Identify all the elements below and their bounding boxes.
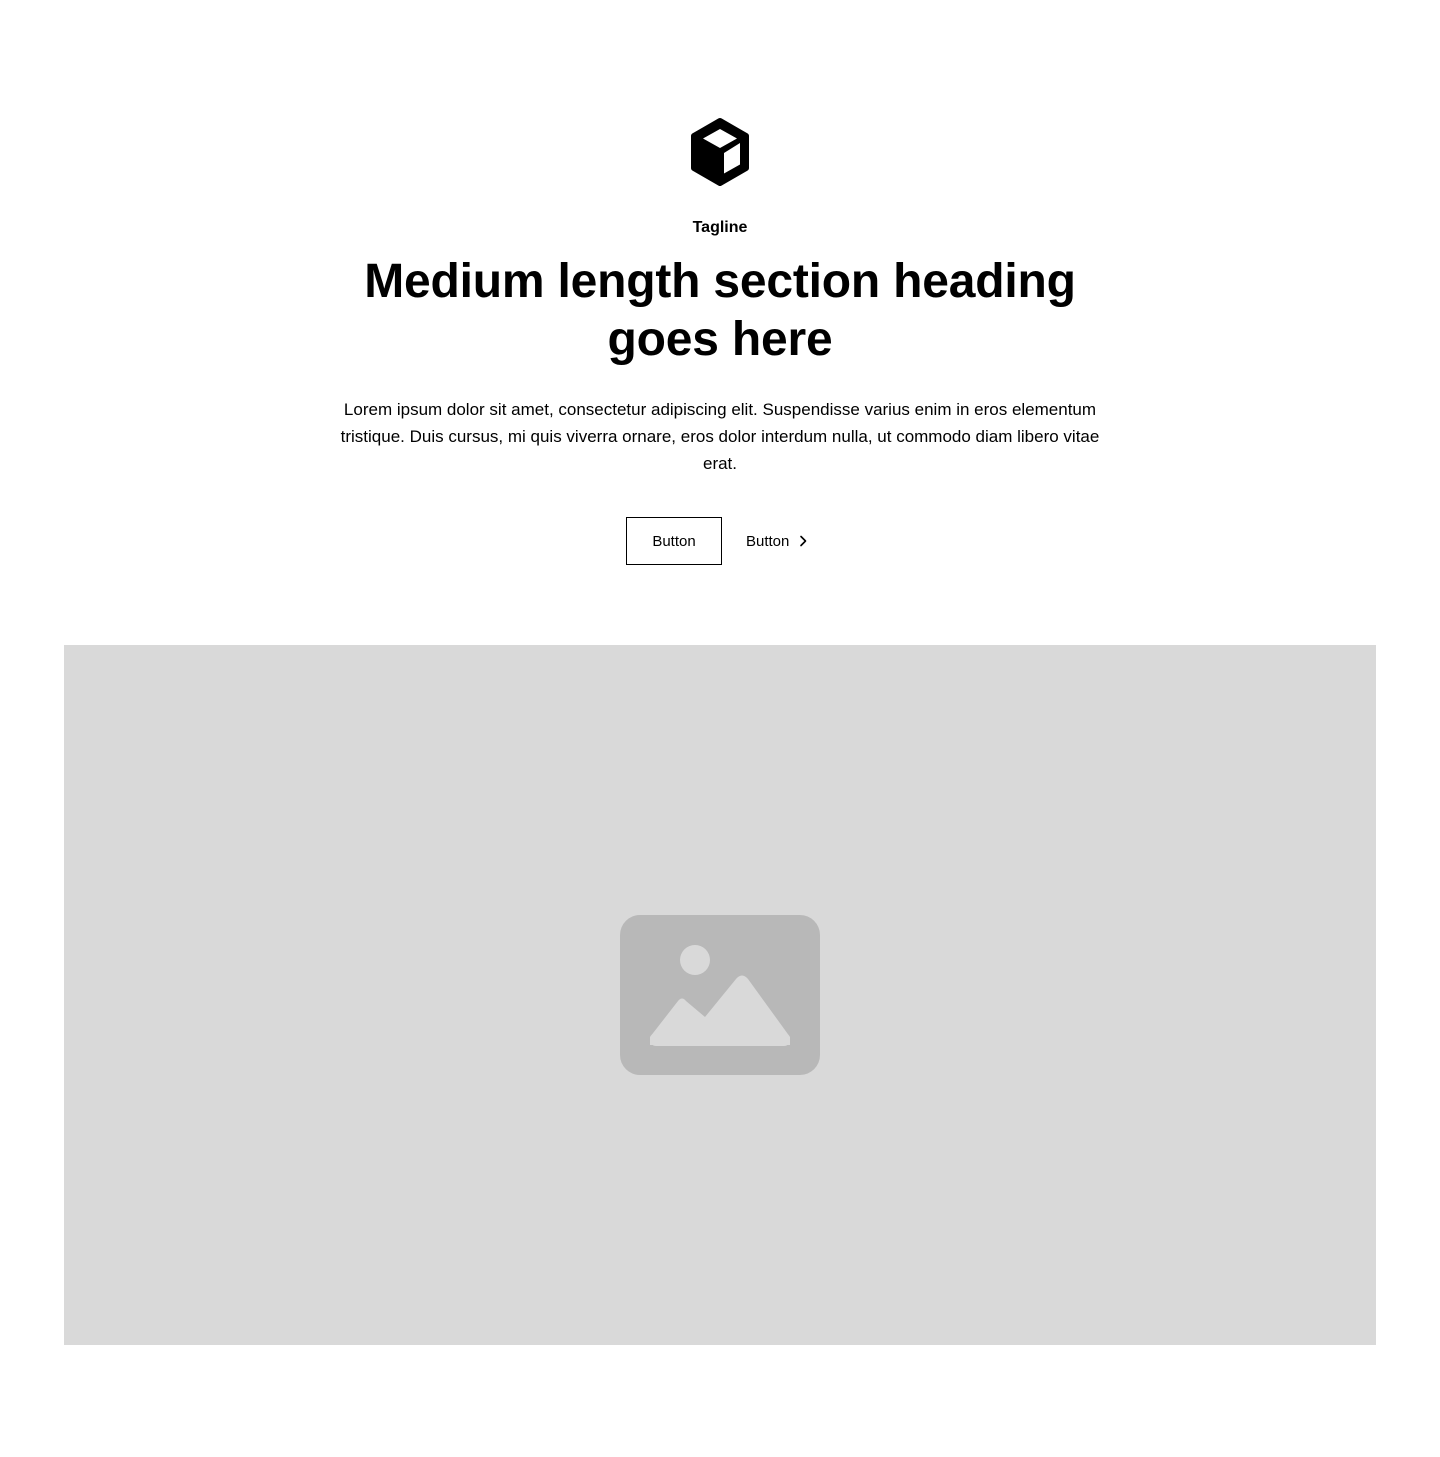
secondary-link-button[interactable]: Button xyxy=(746,517,811,565)
tagline: Tagline xyxy=(692,219,748,236)
cube-icon xyxy=(688,116,752,188)
chevron-right-icon xyxy=(795,533,811,549)
section-heading: Medium length section heading goes here xyxy=(364,255,1076,366)
primary-button-label: Button xyxy=(652,532,696,550)
secondary-button-label: Button xyxy=(746,532,790,550)
section-description: Lorem ipsum dolor sit amet, consectetur … xyxy=(340,400,1100,473)
image-icon xyxy=(620,915,820,1075)
image-placeholder xyxy=(64,645,1376,1345)
primary-button[interactable]: Button xyxy=(626,517,722,565)
